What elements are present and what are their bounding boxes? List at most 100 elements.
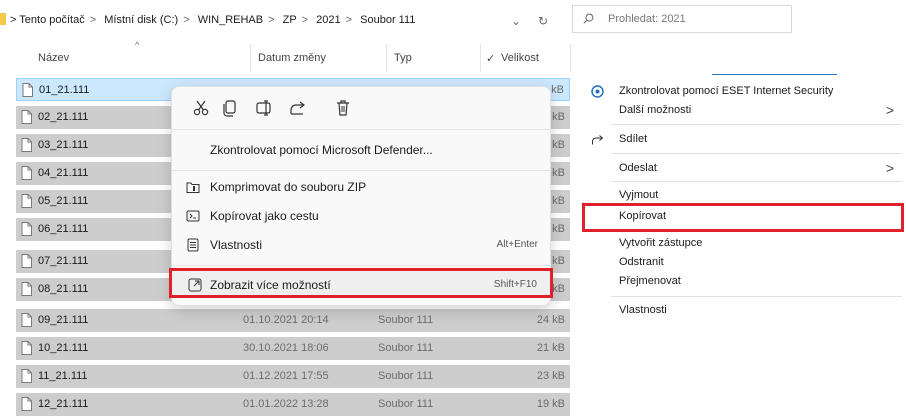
file-size: kB <box>552 195 565 207</box>
share-icon[interactable] <box>287 97 309 119</box>
column-header-size[interactable]: Velikost <box>501 52 539 70</box>
file-name: 01_21.111 <box>39 84 90 96</box>
file-type: Soubor 111 <box>378 342 434 354</box>
menu-item-rename[interactable]: Přejmenovat <box>581 271 906 293</box>
menu-item-properties[interactable]: Vlastnosti <box>581 300 906 322</box>
column-header-type[interactable]: Typ <box>394 52 412 70</box>
menu-item-copy-as-path[interactable]: Kopírovat jako cestu <box>180 203 542 229</box>
file-name: 05_21.111 <box>38 195 89 207</box>
copy-path-icon <box>186 210 200 222</box>
file-name: 02_21.111 <box>38 111 89 123</box>
breadcrumb-separator: > <box>345 14 353 26</box>
file-date: 30.10.2021 18:06 <box>243 342 329 354</box>
menu-divider <box>611 153 902 154</box>
shortcut-label: Alt+Enter <box>496 239 538 250</box>
properties-icon <box>187 238 199 252</box>
menu-item-label: Odeslat <box>619 162 657 174</box>
breadcrumb-item-zp[interactable]: ZP <box>283 14 297 26</box>
file-type: Soubor 111 <box>378 398 434 410</box>
menu-item-more-options[interactable]: Další možnosti > <box>581 100 906 122</box>
menu-item-label: Komprimovat do souboru ZIP <box>210 180 367 194</box>
column-divider[interactable] <box>386 44 387 72</box>
breadcrumb-separator: > <box>89 14 97 26</box>
column-header-date[interactable]: Datum změny <box>258 52 326 70</box>
address-bar[interactable]: > Tento počítač > Místní disk (C:) > WIN_R… <box>0 0 562 40</box>
chevron-right-icon: > <box>885 102 894 118</box>
file-size: 23 kB <box>536 370 565 382</box>
search-icon <box>583 13 594 24</box>
table-row[interactable]: 12_21.111 01.01.2022 13:28 Soubor 111 19… <box>16 393 570 416</box>
breadcrumb-separator: > <box>268 14 275 26</box>
breadcrumb: > Tento počítač > Místní disk (C:) > WIN_R… <box>10 14 415 26</box>
search-box[interactable]: Prohledat: 2021 <box>572 5 792 33</box>
table-row[interactable]: 09_21.111 01.10.2021 20:14 Soubor 111 24… <box>16 309 570 332</box>
file-name: 08_21.111 <box>38 283 89 295</box>
breadcrumb-item-this-pc[interactable]: Tento počítač <box>19 14 84 26</box>
file-icon <box>21 341 32 355</box>
chevron-right-icon: > <box>885 160 894 176</box>
file-name: 11_21.111 <box>38 370 88 382</box>
column-divider[interactable] <box>250 44 251 72</box>
zip-folder-icon <box>186 182 200 193</box>
file-icon <box>21 110 32 124</box>
rename-icon[interactable] <box>254 97 276 119</box>
column-divider[interactable] <box>480 44 481 72</box>
menu-item-label: Kopírovat <box>619 210 667 222</box>
file-icon <box>22 83 33 97</box>
chevron-down-icon[interactable]: ⌄ <box>511 14 521 28</box>
breadcrumb-item-soubor-111[interactable]: Soubor 111 <box>360 14 415 26</box>
file-size: kB <box>552 283 565 295</box>
file-icon <box>21 222 32 236</box>
table-row[interactable]: 10_21.111 30.10.2021 18:06 Soubor 111 21… <box>16 337 570 360</box>
menu-item-defender-scan[interactable]: Zkontrolovat pomocí Microsoft Defender..… <box>180 137 542 163</box>
menu-item-compress-zip[interactable]: Komprimovat do souboru ZIP <box>180 174 542 200</box>
menu-item-label: Přejmenovat <box>619 275 681 287</box>
refresh-icon[interactable]: ↻ <box>538 14 548 28</box>
file-name: 07_21.111 <box>38 255 89 267</box>
menu-item-properties[interactable]: Vlastnosti Alt+Enter <box>180 232 542 258</box>
show-more-icon <box>188 278 202 292</box>
menu-item-show-more-options[interactable]: Zobrazit více možností Shift+F10 <box>169 268 553 298</box>
menu-item-label: Vytvořit zástupce <box>619 237 703 249</box>
menu-item-label: Zkontrolovat pomocí ESET Internet Securi… <box>619 85 834 97</box>
menu-item-label: Další možnosti <box>619 104 692 116</box>
menu-item-label: Zkontrolovat pomocí Microsoft Defender..… <box>210 143 433 157</box>
menu-divider <box>172 129 550 130</box>
menu-item-label: Vyjmout <box>619 189 659 201</box>
file-type: Soubor 111 <box>378 370 434 382</box>
column-header-name[interactable]: Název <box>38 52 69 70</box>
table-row[interactable]: 11_21.111 01.12.2021 17:55 Soubor 111 23… <box>16 365 570 388</box>
file-date: 01.01.2022 13:28 <box>243 398 329 410</box>
check-icon: ✓ <box>486 53 496 65</box>
breadcrumb-item-2021[interactable]: 2021 <box>316 14 340 26</box>
eset-icon <box>591 85 604 98</box>
context-menu: Zkontrolovat pomocí Microsoft Defender..… <box>169 86 553 306</box>
file-size: kB <box>552 111 565 123</box>
menu-divider <box>172 265 550 266</box>
menu-item-label: Zobrazit více možností <box>210 278 331 292</box>
delete-icon[interactable] <box>332 97 354 119</box>
file-icon <box>21 194 32 208</box>
menu-item-label: Sdílet <box>619 133 648 145</box>
file-size: kB <box>551 84 564 96</box>
search-input[interactable]: Prohledat: 2021 <box>608 13 686 25</box>
file-size: kB <box>552 223 565 235</box>
file-icon <box>21 369 32 383</box>
menu-item-send-to[interactable]: Odeslat > <box>581 158 906 180</box>
cut-icon[interactable] <box>190 97 212 119</box>
menu-divider <box>611 296 902 297</box>
file-date: 01.12.2021 17:55 <box>243 370 329 382</box>
breadcrumb-separator: > <box>301 14 309 26</box>
file-size: 19 kB <box>536 398 565 410</box>
file-name: 03_21.111 <box>38 139 89 151</box>
menu-item-share[interactable]: Sdílet <box>581 129 906 151</box>
menu-divider <box>611 181 902 182</box>
sort-indicator: ^ <box>135 40 140 50</box>
menu-item-copy[interactable]: Kopírovat <box>582 203 904 232</box>
breadcrumb-item-win-rehab[interactable]: WIN_REHAB <box>198 14 263 26</box>
menu-item-label: Vlastnosti <box>210 238 263 252</box>
copy-icon[interactable] <box>219 97 241 119</box>
column-divider[interactable] <box>570 44 571 72</box>
file-icon <box>21 138 32 152</box>
breadcrumb-item-local-disk[interactable]: Místní disk (C:) <box>104 14 178 26</box>
